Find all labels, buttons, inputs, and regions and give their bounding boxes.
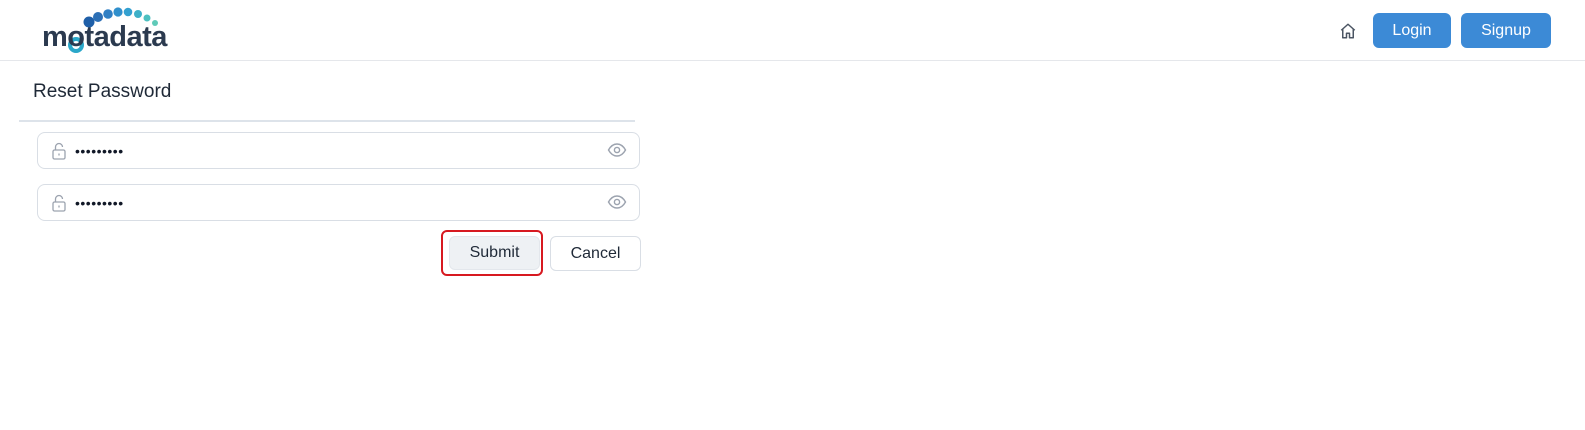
eye-icon[interactable] [607,193,627,211]
logo-wordmark: motadata [42,21,167,53]
title-divider [19,120,635,122]
top-navbar: motadata Login Signup [0,0,1585,61]
page-title: Reset Password [33,81,172,102]
lock-icon [52,194,66,212]
submit-button[interactable]: Submit [449,236,540,270]
login-button[interactable]: Login [1373,13,1451,48]
new-password-value: ••••••••• [75,143,124,159]
new-password-field[interactable]: ••••••••• [37,132,640,169]
confirm-password-value: ••••••••• [75,195,124,211]
lock-icon [52,142,66,160]
confirm-password-field[interactable]: ••••••••• [37,184,640,221]
motadata-logo[interactable]: motadata [40,6,200,56]
eye-icon[interactable] [607,141,627,159]
cancel-button[interactable]: Cancel [550,236,641,271]
signup-button[interactable]: Signup [1461,13,1551,48]
home-button[interactable] [1336,19,1360,43]
home-icon [1340,23,1356,39]
